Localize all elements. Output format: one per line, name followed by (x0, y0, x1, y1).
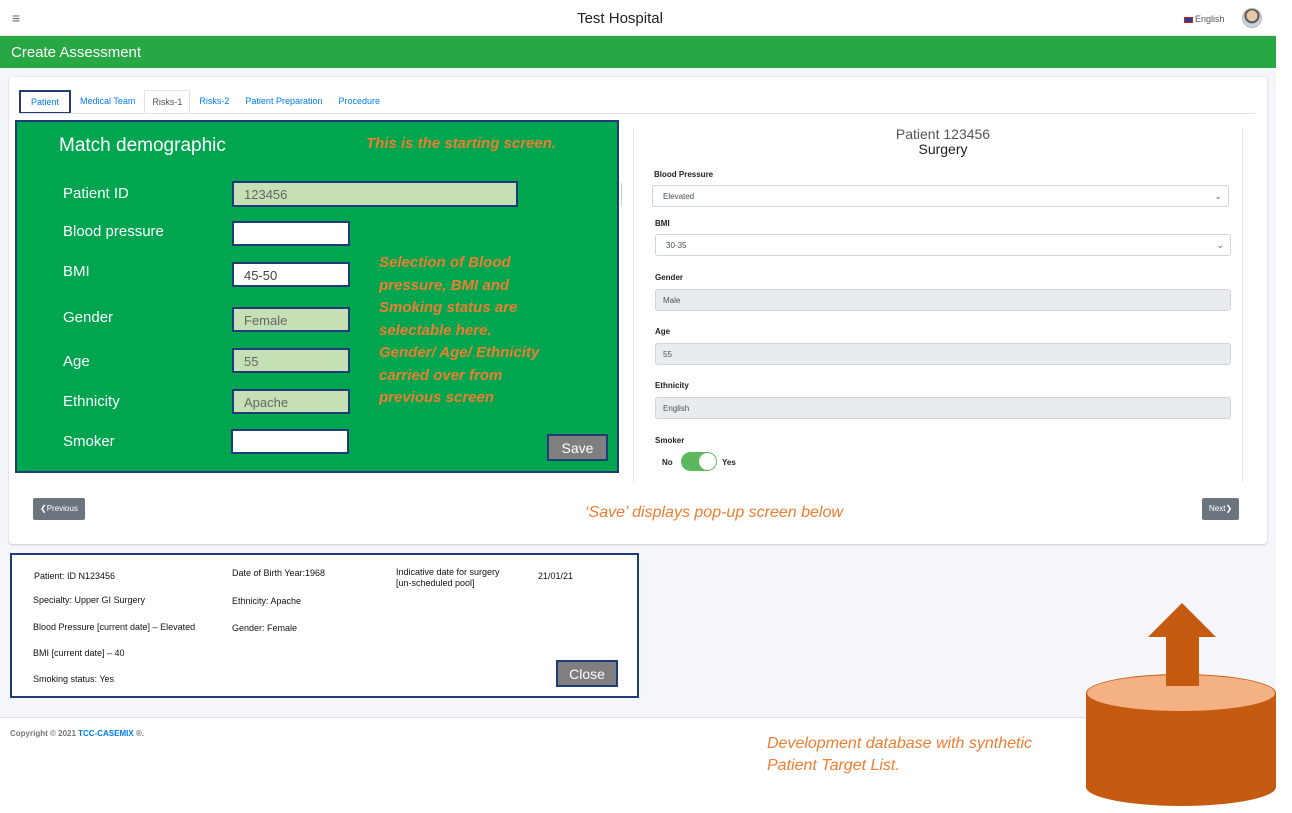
ethnicity-label: Ethnicity (655, 381, 689, 390)
gender-label: Gender (63, 309, 114, 326)
popup-specialty: Specialty: Upper GI Surgery (33, 595, 146, 605)
chevron-down-icon: ⌄ (1216, 240, 1224, 250)
note-line: previous screen (379, 389, 495, 406)
top-navbar: ≡ Test Hospital English (0, 0, 1276, 36)
chevron-left-icon: ❮ (40, 504, 47, 513)
gender-input: Female (232, 307, 350, 332)
popup-blood-pressure: Blood Pressure [current date] – Elevated (33, 622, 196, 632)
field-edge (620, 183, 622, 207)
toggle-knob (699, 453, 716, 470)
smoker-input[interactable] (231, 429, 349, 454)
indicative-line: Indicative date for surgery (396, 567, 500, 577)
blood-pressure-value: Elevated (663, 192, 695, 201)
smoker-yes-label: Yes (722, 458, 736, 467)
language-selector[interactable]: English (1184, 14, 1225, 24)
popup-ethnicity: Ethnicity: Apache (232, 596, 302, 606)
ethnicity-input: Apache (232, 389, 350, 414)
note-line: Gender/ Age/ Ethnicity (379, 344, 540, 361)
blood-pressure-label: Blood pressure (63, 223, 164, 240)
copyright-text: Copyright © 2021 (10, 729, 79, 738)
bmi-input[interactable]: 45-50 (232, 262, 350, 287)
popup-indicative-date: 21/01/21 (538, 571, 574, 581)
gender-label: Gender (655, 273, 684, 282)
uk-flag-icon (1184, 16, 1193, 23)
note-line: selectable here. (379, 321, 492, 339)
smoker-label: Smoker (655, 436, 685, 445)
tab-medical-team[interactable]: Medical Team (73, 90, 142, 114)
save-popup-note: ‘Save’ displays pop-up screen below (585, 504, 843, 521)
tab-patient[interactable]: Patient (19, 90, 72, 114)
bmi-label: BMI (655, 219, 670, 228)
age-input: 55 (232, 348, 350, 373)
match-demographic-title: Match demographic (59, 135, 226, 156)
panel-subtitle: Surgery (918, 141, 968, 157)
bmi-value: 30-35 (666, 241, 687, 250)
popup-bmi: BMI [current date] – 40 (33, 648, 125, 658)
popup-indicative-label: Indicative date for surgery [un-schedule… (396, 567, 500, 589)
blood-pressure-select[interactable]: Elevated ⌄ (652, 185, 1229, 207)
language-label: English (1195, 14, 1225, 24)
tab-risks-2[interactable]: Risks-2 (192, 90, 236, 114)
chevron-down-icon: ⌄ (1214, 191, 1222, 201)
close-button[interactable]: Close (556, 660, 618, 687)
popup-gender: Gender: Female (232, 623, 298, 633)
note-line: Selection of Blood (379, 254, 511, 271)
chevron-right-icon: ❯ (1225, 504, 1233, 513)
tab-procedure[interactable]: Procedure (331, 90, 387, 114)
note-line: Patient Target List. (767, 757, 900, 774)
note-line: carried over from (379, 366, 503, 384)
up-arrow-icon (1166, 636, 1199, 686)
copyright: Copyright © 2021 TCC-CASEMIX ®. (10, 729, 144, 738)
page: ≡ Test Hospital English Create Assessmen… (0, 0, 1292, 813)
age-label: Age (63, 353, 90, 370)
selection-note: Selection of Blood pressure, BMI and Smo… (379, 252, 539, 410)
note-line: pressure, BMI and (379, 276, 510, 294)
patient-id-label: Patient ID (63, 185, 129, 202)
page-header: Create Assessment (0, 36, 1276, 68)
database-cylinder-base (1086, 768, 1276, 806)
bmi-select[interactable]: 30-35 ⌄ (655, 234, 1231, 256)
footer (0, 717, 1276, 750)
tab-risks-1[interactable]: Risks-1 (144, 90, 191, 114)
tab-bar: Patient Medical Team Risks-1 Risks-2 Pat… (19, 90, 389, 114)
up-arrow-head (1148, 603, 1216, 637)
indicative-line: [un-scheduled pool] (396, 578, 475, 588)
bmi-label: BMI (63, 263, 90, 280)
save-button[interactable]: Save (547, 434, 608, 461)
next-button[interactable]: Next❯ (1202, 498, 1240, 520)
patient-title: Patient 123456 (895, 126, 991, 142)
page-title: Create Assessment (11, 44, 142, 61)
blood-pressure-label: Blood Pressure (654, 170, 714, 179)
age-field: 55 (655, 343, 1231, 365)
ethnicity-label: Ethnicity (63, 393, 120, 410)
note-line: Development database with synthetic (767, 735, 1033, 752)
panel-border-right (1242, 128, 1243, 482)
panel-border-left (633, 128, 634, 482)
app-title: Test Hospital (577, 10, 663, 27)
smoker-no-label: No (662, 458, 673, 467)
tab-divider (19, 113, 1255, 114)
previous-button[interactable]: ❮Previous (33, 498, 85, 520)
copyright-suffix: ®. (133, 729, 145, 738)
popup-dob: Date of Birth Year:1968 (232, 568, 326, 578)
next-label: Next (1209, 504, 1226, 513)
database-note: Development database with synthetic Pati… (767, 733, 1032, 777)
popup-patient-id: Patient: ID N123456 (34, 571, 116, 581)
brand-link[interactable]: TCC-CASEMIX (78, 729, 134, 738)
patient-id-input[interactable]: 123456 (232, 181, 518, 207)
blood-pressure-input[interactable] (232, 221, 350, 246)
starting-screen-note: This is the starting screen. (366, 135, 557, 152)
user-avatar[interactable] (1242, 8, 1262, 28)
age-label: Age (655, 327, 671, 336)
smoker-toggle[interactable] (681, 452, 717, 471)
smoker-label: Smoker (63, 433, 115, 450)
tab-patient-preparation[interactable]: Patient Preparation (238, 90, 329, 114)
ethnicity-field: English (655, 397, 1231, 419)
note-line: Smoking status are (379, 299, 518, 316)
gender-field: Male (655, 289, 1231, 311)
popup-smoking: Smoking status: Yes (33, 674, 115, 684)
previous-label: Previous (46, 504, 78, 513)
